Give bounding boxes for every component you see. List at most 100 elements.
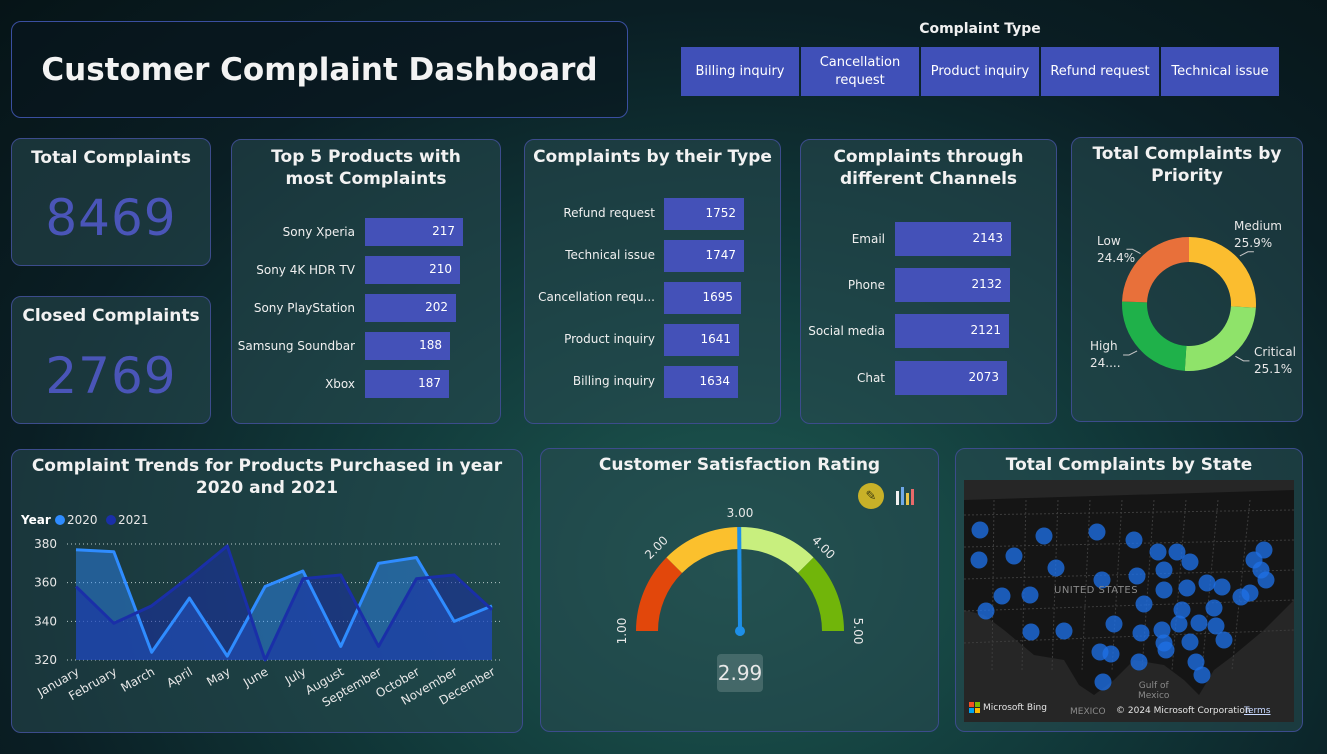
map-bubble[interactable] [1055,622,1073,640]
bar[interactable]: 1641 [664,324,739,356]
bar-label: Billing inquiry [572,374,655,388]
bar[interactable]: 187 [365,370,449,398]
map-card[interactable]: Total Complaints by State UNITED STATES … [955,448,1303,732]
bar-label: Cancellation requ... [538,290,655,304]
bar[interactable]: 2143 [895,222,1011,256]
gauge-tick-label: 3.00 [727,506,754,520]
total-complaints-card[interactable]: Total Complaints 8469 [11,138,211,266]
donut-slice-high[interactable] [1122,301,1187,371]
map-bubble[interactable] [1021,586,1039,604]
slicer-option-billing-inquiry[interactable]: Billing inquiry [681,47,799,96]
map-canvas[interactable]: UNITED STATES Gulf of Mexico MEXICO Micr… [964,480,1294,722]
map-bubble[interactable] [1173,601,1191,619]
bar-label: Sony Xperia [282,225,355,239]
map-bubble[interactable] [1005,547,1023,565]
bar[interactable]: 1695 [664,282,741,314]
map-bubble[interactable] [1132,624,1150,642]
map-bubble[interactable] [1241,584,1259,602]
map-bubble[interactable] [1088,523,1106,541]
slicer-option-technical-issue[interactable]: Technical issue [1161,47,1279,96]
map-copyright: © 2024 Microsoft Corporation [1116,706,1251,716]
map-bubble[interactable] [1155,581,1173,599]
slicer-option-product-inquiry[interactable]: Product inquiry [921,47,1039,96]
slicer-option-cancellation-request[interactable]: Cancellation request [801,47,919,96]
bar[interactable]: 1634 [664,366,738,398]
map-bubble[interactable] [1257,571,1275,589]
bar-value: 2143 [972,231,1003,245]
bar-label: Sony PlayStation [253,301,355,315]
bar[interactable]: 210 [365,256,460,284]
trends-card[interactable]: Complaint Trends for Products Purchased … [11,449,523,733]
map-bubble[interactable] [1125,531,1143,549]
map-bubble[interactable] [1205,599,1223,617]
map-bubble[interactable] [1022,623,1040,641]
priority-donut-chart[interactable]: Medium 25.9% Critical 25.1% High 24.... Low 24.… [1072,138,1304,423]
gauge-card[interactable]: Customer Satisfaction Rating ✎ 1.00 2.00 3… [540,448,939,732]
bar-label: Phone [847,278,885,292]
donut-slice-low[interactable] [1122,237,1189,303]
total-complaints-value: 8469 [45,189,177,247]
bar[interactable]: 1752 [664,198,744,230]
map-title: Total Complaints by State [1005,455,1253,475]
donut-label-pct: 24.... [1090,356,1121,370]
by-channel-card[interactable]: Complaints through different Channels Em… [800,139,1057,424]
map-bubble[interactable] [977,602,995,620]
bar[interactable]: 2132 [895,268,1010,302]
bar[interactable]: 2073 [895,361,1007,395]
bar[interactable]: 217 [365,218,463,246]
bar[interactable]: 202 [365,294,456,322]
closed-complaints-card[interactable]: Closed Complaints 2769 [11,296,211,424]
bar-label: Xbox [325,377,355,391]
map-bubble[interactable] [1130,653,1148,671]
bar-value: 2121 [970,323,1001,337]
slicer-option-refund-request[interactable]: Refund request [1041,47,1159,96]
map-bubble[interactable] [1128,567,1146,585]
bar-value: 187 [418,376,441,390]
map-bubble[interactable] [1198,574,1216,592]
map-bubble[interactable] [1035,527,1053,545]
top-products-card[interactable]: Top 5 Products with most Complaints Sony… [231,139,501,424]
map-bubble[interactable] [971,521,989,539]
bar-value: 2073 [968,370,999,384]
map-bubble[interactable] [1215,631,1233,649]
bar[interactable]: 2121 [895,314,1009,348]
donut-label-name: Medium [1234,219,1282,233]
map-bubble[interactable] [1255,541,1273,559]
map-bubble[interactable] [1047,559,1065,577]
donut-leader-line [1235,355,1250,362]
x-tick-label: March [118,664,157,694]
map-bubble[interactable] [1155,561,1173,579]
map-bubble[interactable] [1181,553,1199,571]
gauge-segment [666,527,740,574]
map-bubble[interactable] [1135,595,1153,613]
x-tick-label: May [204,664,232,689]
map-bubble[interactable] [1213,578,1231,596]
donut-label-name: High [1090,339,1118,353]
map-bubble[interactable] [1193,666,1211,684]
map-gulf-label: Gulf of Mexico [1138,681,1169,701]
map-bubble[interactable] [1149,543,1167,561]
by-type-card[interactable]: Complaints by their Type Refund request … [524,139,781,424]
bar[interactable]: 188 [365,332,450,360]
priority-card[interactable]: Total Complaints by Priority Medium 25.9%… [1071,137,1303,422]
map-bubble[interactable] [993,587,1011,605]
map-bubble[interactable] [1091,643,1109,661]
trends-area-chart[interactable]: Year 2020 2021380360340320JanuaryFebruary M… [12,450,524,734]
gauge-segment [740,527,814,574]
legend-marker [106,515,116,525]
map-bubbles[interactable] [964,480,1294,722]
gulf-label-line-1: Gulf of [1138,681,1169,691]
page-title: Customer Complaint Dashboard [41,52,598,88]
map-bubble[interactable] [1181,633,1199,651]
map-bubble[interactable] [1178,579,1196,597]
map-bubble[interactable] [970,551,988,569]
legend-label[interactable]: 2021 [118,513,149,527]
map-terms-link[interactable]: Terms [1244,706,1271,716]
map-bubble[interactable] [1105,615,1123,633]
legend-label[interactable]: 2020 [67,513,98,527]
bar[interactable]: 1747 [664,240,744,272]
map-bubble[interactable] [1170,615,1188,633]
map-bubble[interactable] [1190,614,1208,632]
map-bubble[interactable] [1094,673,1112,691]
map-bubble[interactable] [1157,641,1175,659]
